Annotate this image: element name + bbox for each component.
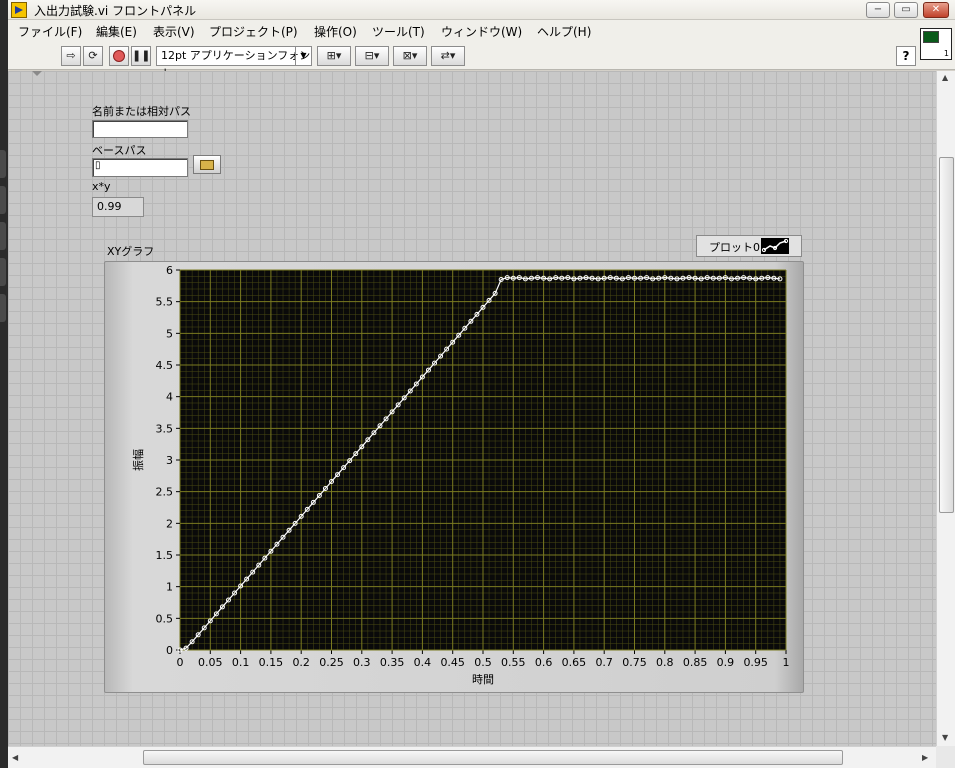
y-tick-label: 1 [166, 581, 173, 594]
scroll-right-icon[interactable]: ▶ [922, 753, 928, 762]
scroll-corner [936, 746, 955, 768]
scroll-left-icon[interactable]: ◀ [12, 753, 18, 762]
reorder-icon[interactable]: ⇄▾ [431, 46, 465, 66]
vi-run-icon [11, 2, 27, 18]
y-tick-label: 5.5 [156, 296, 174, 309]
xy-graph-frame[interactable]: 0 0.05 0.1 0.15 0.2 0.25 0.3 0.35 0.4 0.45 0.5 0.55… [104, 261, 804, 693]
desktop-edge-tab [0, 150, 6, 178]
vertical-scroll-thumb[interactable] [939, 157, 954, 513]
y-tick-label: 5 [166, 327, 173, 340]
x-tick-label: 0.7 [595, 656, 613, 669]
menu-tools[interactable]: ツール(T) [372, 23, 425, 40]
x-tick-label: 0.95 [743, 656, 768, 669]
x-tick-label: 0.65 [562, 656, 587, 669]
window-title: 入出力試験.vi フロントパネル [34, 4, 197, 18]
toolbar: ⇨ ⟳ ❚❚ 12pt アプリケーションフォント ▼ ⊞▾ ⊟▾ ⊠▾ ⇄▾ ? [8, 42, 955, 80]
browse-button[interactable] [193, 155, 221, 174]
x-tick-label: 0 [177, 656, 184, 669]
y-tick-label: 4 [166, 391, 173, 404]
front-panel-window: 入出力試験.vi フロントパネル − ▭ ✕ ファイル(F) 編集(E) 表示(… [8, 0, 955, 768]
y-axis-label: 振幅 [131, 449, 145, 471]
panel-origin-marker [32, 71, 42, 76]
desktop-edge-tab [0, 222, 6, 250]
x-tick-label: 0.6 [535, 656, 553, 669]
font-select[interactable]: 12pt アプリケーションフォント ▼ [156, 46, 312, 80]
legend-plot-swatch [761, 238, 789, 254]
chevron-down-icon: ▼ [295, 47, 311, 65]
x-tick-label: 0.4 [414, 656, 432, 669]
y-tick-label: 1.5 [156, 549, 174, 562]
vertical-scrollbar[interactable]: ▲ ▼ [936, 71, 955, 746]
x-tick-label: 0.35 [380, 656, 405, 669]
y-tick-label: 2.5 [156, 486, 174, 499]
name-path-input[interactable] [92, 120, 188, 138]
name-path-label: 名前または相対パス [92, 105, 191, 118]
desktop-edge-tab [0, 258, 6, 286]
y-tick-label: 4.5 [156, 359, 174, 372]
run-arrow-icon[interactable]: ⇨ [61, 46, 81, 66]
x-tick-label: 0.05 [198, 656, 223, 669]
distribute-objects-icon[interactable]: ⊟▾ [355, 46, 389, 66]
menu-view[interactable]: 表示(V) [153, 23, 195, 40]
y-tick-label: 6 [166, 264, 173, 277]
horizontal-scrollbar[interactable]: ◀ ▶ [8, 746, 936, 768]
legend-plot-name: プロット0 [709, 241, 760, 254]
menu-bar: ファイル(F) 編集(E) 表示(V) プロジェクト(P) 操作(O) ツール(… [8, 20, 955, 42]
pause-icon[interactable]: ❚❚ [131, 46, 151, 66]
scroll-down-icon[interactable]: ▼ [942, 733, 948, 742]
x-tick-label: 0.55 [501, 656, 526, 669]
y-tick-label: 2 [166, 517, 173, 530]
desktop-edge [0, 0, 8, 768]
menu-window[interactable]: ウィンドウ(W) [441, 23, 522, 40]
menu-edit[interactable]: 編集(E) [96, 23, 137, 40]
y-tick-label: 0 [166, 644, 173, 657]
minimize-button[interactable]: − [866, 2, 890, 18]
xy-label: x*y [92, 180, 111, 193]
x-tick-label: 0.25 [319, 656, 344, 669]
menu-file[interactable]: ファイル(F) [18, 23, 82, 40]
graph-title: XYグラフ [107, 245, 155, 258]
y-tick-label: 3 [166, 454, 173, 467]
base-path-input[interactable]: ▯ [92, 158, 188, 177]
x-tick-label: 0.15 [259, 656, 284, 669]
vi-icon[interactable]: 1 [920, 28, 952, 60]
menu-help[interactable]: ヘルプ(H) [537, 23, 591, 40]
x-tick-label: 0.75 [622, 656, 647, 669]
scroll-up-icon[interactable]: ▲ [942, 73, 948, 82]
plot-legend[interactable]: プロット0 [696, 235, 802, 257]
menu-operate[interactable]: 操作(O) [314, 23, 357, 40]
menu-project[interactable]: プロジェクト(P) [209, 23, 298, 40]
title-bar[interactable]: 入出力試験.vi フロントパネル − ▭ ✕ [8, 0, 955, 20]
xy-graph: 0 0.05 0.1 0.15 0.2 0.25 0.3 0.35 0.4 0.45 0.5 0.55… [131, 264, 790, 686]
x-tick-label: 0.45 [440, 656, 465, 669]
front-panel[interactable]: 名前または相対パス ベースパス ▯ x*y 0.99 XYグラフ プロット0 0… [8, 71, 936, 746]
x-tick-label: 0.85 [683, 656, 708, 669]
desktop-edge-tab [0, 294, 6, 322]
y-tick-label: 0.5 [156, 612, 174, 625]
x-tick-label: 0.1 [232, 656, 250, 669]
x-tick-label: 0.5 [474, 656, 492, 669]
close-button[interactable]: ✕ [923, 2, 949, 18]
folder-icon [200, 160, 214, 170]
abort-icon[interactable] [109, 46, 129, 66]
x-tick-label: 1 [783, 656, 790, 669]
align-objects-icon[interactable]: ⊞▾ [317, 46, 351, 66]
x-axis-label: 時間 [472, 673, 494, 686]
restore-button[interactable]: ▭ [894, 2, 918, 18]
vi-icon-screen [923, 31, 939, 43]
y-tick-label: 3.5 [156, 422, 174, 435]
context-help-button[interactable]: ? [896, 46, 916, 66]
run-continuous-icon[interactable]: ⟳ [83, 46, 103, 66]
x-tick-label: 0.3 [353, 656, 371, 669]
base-path-label: ベースパス [92, 144, 147, 157]
xy-indicator: 0.99 [92, 197, 144, 217]
path-icon: ▯ [95, 160, 101, 171]
resize-objects-icon[interactable]: ⊠▾ [393, 46, 427, 66]
x-tick-label: 0.8 [656, 656, 674, 669]
x-tick-label: 0.9 [717, 656, 735, 669]
x-tick-label: 0.2 [292, 656, 310, 669]
horizontal-scroll-thumb[interactable] [143, 750, 843, 765]
vi-icon-number: 1 [943, 49, 949, 58]
desktop-edge-tab [0, 186, 6, 214]
